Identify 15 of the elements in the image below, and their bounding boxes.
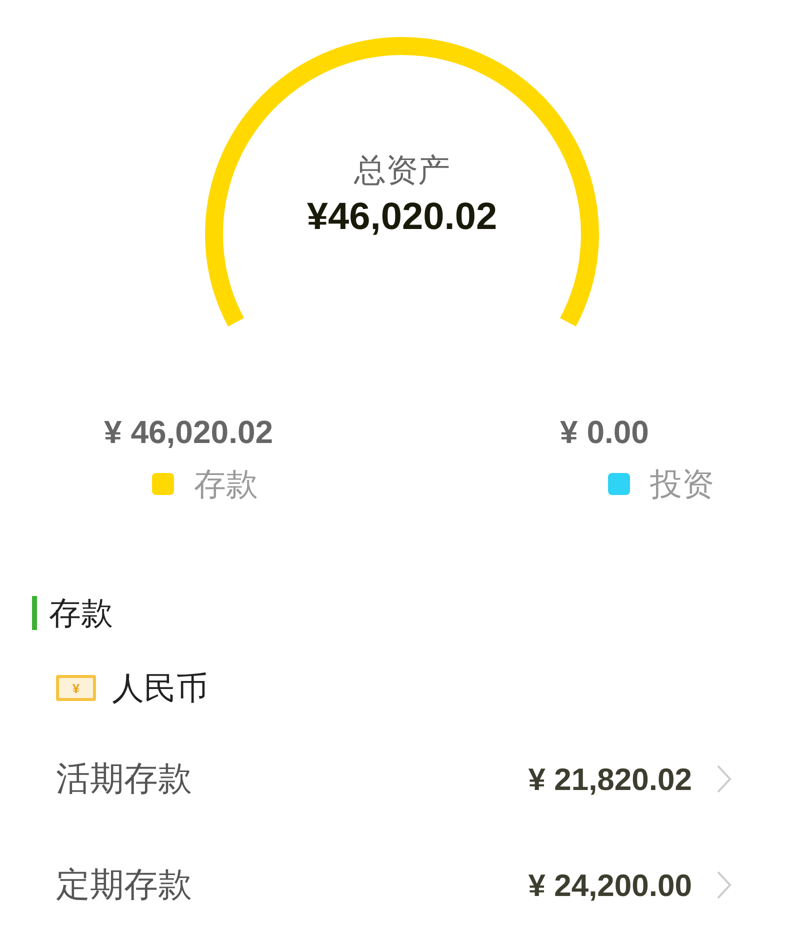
deposit-type: 活期存款	[56, 762, 192, 796]
deposit-type: 定期存款	[56, 868, 192, 902]
total-assets-amount: ¥46,020.02	[306, 198, 498, 236]
legend-amount: ¥ 46,020.02	[104, 416, 274, 448]
legend-amount: ¥ 0.00	[560, 416, 649, 448]
deposit-amount: ¥ 24,200.00	[528, 870, 692, 900]
currency-name: 人民币	[112, 672, 208, 704]
legend-label: 投资	[650, 468, 714, 500]
banknote-icon: ¥	[56, 675, 96, 701]
deposit-amount: ¥ 21,820.02	[528, 764, 692, 794]
total-assets-label: 总资产	[354, 154, 450, 186]
chevron-right-icon	[716, 870, 732, 900]
section-title: 存款	[49, 597, 113, 629]
legend-label: 存款	[194, 468, 258, 500]
chevron-right-icon	[716, 764, 732, 794]
